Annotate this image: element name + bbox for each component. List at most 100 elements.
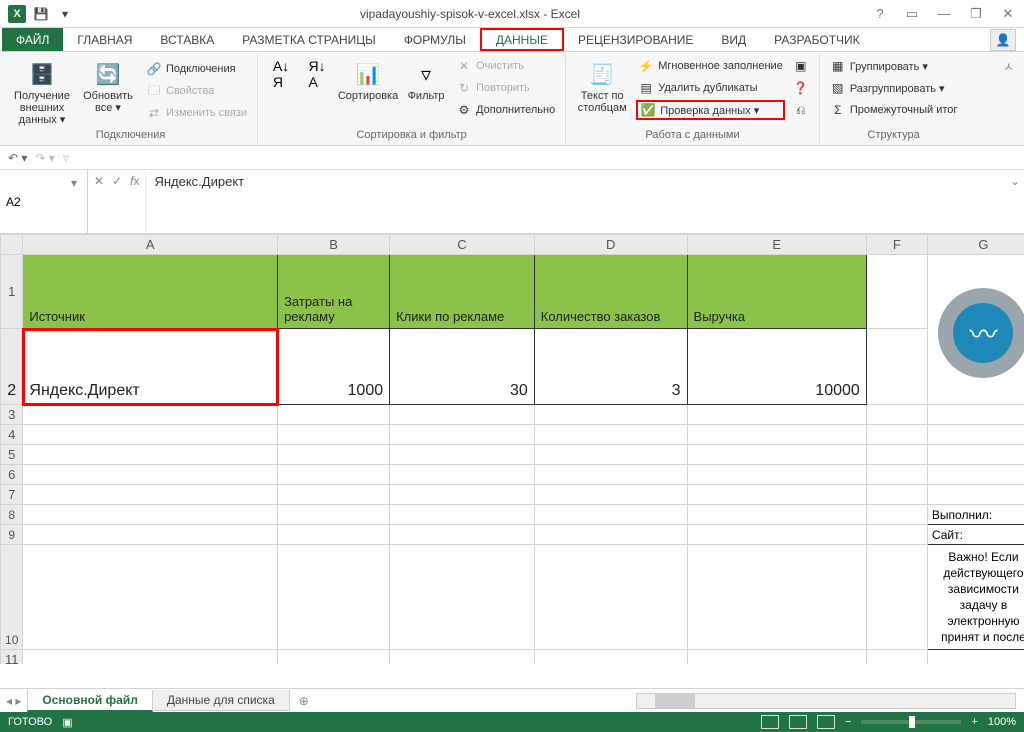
cell-F2[interactable]: [866, 329, 927, 405]
close-button[interactable]: ✕: [992, 0, 1024, 28]
cell-reference-input[interactable]: [0, 170, 64, 233]
edit-links-button[interactable]: ⇄Изменить связи: [144, 103, 249, 123]
cancel-icon[interactable]: ✕: [94, 174, 104, 188]
restore-button[interactable]: ❐: [960, 0, 992, 28]
clear-button[interactable]: ✕Очистить: [454, 56, 557, 76]
tab-file[interactable]: ФАЙЛ: [2, 28, 63, 51]
cell-B1[interactable]: Затраты на рекламу: [278, 255, 390, 329]
user-icon[interactable]: 👤: [990, 29, 1016, 51]
row-5[interactable]: 5: [1, 445, 1024, 465]
row-1[interactable]: 1 Источник Затраты на рекламу Клики по р…: [1, 255, 1024, 329]
enter-icon[interactable]: ✓: [112, 174, 122, 188]
rowhead-4[interactable]: 4: [1, 425, 23, 445]
get-external-data-button[interactable]: 🗄️ Получение внешних данных ▾: [12, 56, 72, 126]
col-C[interactable]: C: [390, 235, 535, 255]
worksheet-grid[interactable]: A B C D E F G 1 Источник Затраты на рекл…: [0, 234, 1024, 664]
whatif-button[interactable]: ❓: [791, 78, 811, 98]
cell-G8[interactable]: Выполнил:: [927, 505, 1024, 525]
view-pagebreak-button[interactable]: [817, 715, 835, 729]
ungroup-button[interactable]: ▧Разгруппировать ▾: [828, 78, 960, 98]
zoom-in-button[interactable]: +: [971, 716, 977, 728]
cell-G9[interactable]: Сайт:: [927, 525, 1024, 545]
filter-button[interactable]: ▿ Фильтр: [404, 56, 448, 120]
expand-formula-bar-icon[interactable]: ⌄: [1006, 170, 1024, 233]
rowhead-11[interactable]: 11: [1, 650, 23, 665]
view-pagelayout-button[interactable]: [789, 715, 807, 729]
fx-icon[interactable]: fx: [130, 174, 139, 188]
sort-button[interactable]: 📊 Сортировка: [338, 56, 398, 120]
col-E[interactable]: E: [687, 235, 866, 255]
tab-view[interactable]: ВИД: [707, 28, 760, 51]
reapply-button[interactable]: ↻Повторить: [454, 78, 557, 98]
qat-customize-icon[interactable]: ▿: [63, 151, 69, 165]
col-D[interactable]: D: [534, 235, 687, 255]
tab-insert[interactable]: ВСТАВКА: [146, 28, 228, 51]
ribbon-options-icon[interactable]: ▭: [896, 0, 928, 28]
row-11[interactable]: 11: [1, 650, 1024, 665]
rowhead-6[interactable]: 6: [1, 465, 23, 485]
cell-E1[interactable]: Выручка: [687, 255, 866, 329]
rowhead-1[interactable]: 1: [1, 255, 23, 329]
rowhead-8[interactable]: 8: [1, 505, 23, 525]
remove-duplicates-button[interactable]: ▤Удалить дубликаты: [636, 78, 785, 98]
sort-asc-button[interactable]: A↓Я: [266, 56, 296, 120]
rowhead-7[interactable]: 7: [1, 485, 23, 505]
rowhead-10[interactable]: 10: [1, 545, 23, 650]
tab-data[interactable]: ДАННЫЕ: [480, 28, 564, 51]
tab-formulas[interactable]: ФОРМУЛЫ: [390, 28, 480, 51]
refresh-all-button[interactable]: 🔄 Обновить все ▾: [78, 56, 138, 126]
rowhead-3[interactable]: 3: [1, 405, 23, 425]
tab-home[interactable]: ГЛАВНАЯ: [63, 28, 146, 51]
sheet-nav-arrows[interactable]: ◂ ▸: [0, 694, 27, 708]
help-icon[interactable]: ?: [864, 0, 896, 28]
tab-page-layout[interactable]: РАЗМЕТКА СТРАНИЦЫ: [228, 28, 390, 51]
undo-button[interactable]: ↶ ▾: [8, 151, 27, 165]
col-A[interactable]: A: [23, 235, 278, 255]
rowhead-5[interactable]: 5: [1, 445, 23, 465]
properties-button[interactable]: 🗔Свойства: [144, 81, 249, 101]
col-B[interactable]: B: [278, 235, 390, 255]
flash-fill-button[interactable]: ⚡Мгновенное заполнение: [636, 56, 785, 76]
cell-A1[interactable]: Источник: [23, 255, 278, 329]
row-2[interactable]: 2 Яндекс.Директ 1000 30 3 10000: [1, 329, 1024, 405]
zoom-level[interactable]: 100%: [988, 716, 1016, 728]
formula-input[interactable]: Яндекс.Директ: [146, 170, 1006, 233]
rowhead-9[interactable]: 9: [1, 525, 23, 545]
name-box-dropdown-icon[interactable]: ▾: [64, 170, 84, 233]
horizontal-scrollbar[interactable]: [636, 693, 1016, 709]
cell-F1[interactable]: [866, 255, 927, 329]
group-button[interactable]: ▦Группировать ▾: [828, 56, 960, 76]
col-F[interactable]: F: [866, 235, 927, 255]
sort-desc-button[interactable]: Я↓A: [302, 56, 332, 120]
view-normal-button[interactable]: [761, 715, 779, 729]
tab-developer[interactable]: РАЗРАБОТЧИК: [760, 28, 874, 51]
tab-review[interactable]: РЕЦЕНЗИРОВАНИЕ: [564, 28, 707, 51]
row-10[interactable]: 10 Важно! Если действующего зависимости з…: [1, 545, 1024, 650]
column-headers[interactable]: A B C D E F G: [1, 235, 1024, 255]
subtotal-button[interactable]: ΣПромежуточный итог: [828, 100, 960, 120]
cell-C1[interactable]: Клики по рекламе: [390, 255, 535, 329]
cell-D2[interactable]: 3: [534, 329, 687, 405]
row-3[interactable]: 3: [1, 405, 1024, 425]
zoom-slider[interactable]: [861, 720, 961, 724]
zoom-out-button[interactable]: −: [845, 716, 851, 728]
cell-D1[interactable]: Количество заказов: [534, 255, 687, 329]
connections-button[interactable]: 🔗Подключения: [144, 59, 249, 79]
row-9[interactable]: 9 Сайт:: [1, 525, 1024, 545]
row-6[interactable]: 6: [1, 465, 1024, 485]
qat-dropdown-icon[interactable]: ▾: [54, 3, 76, 25]
cell-B2[interactable]: 1000: [278, 329, 390, 405]
row-7[interactable]: 7: [1, 485, 1024, 505]
redo-button[interactable]: ↷ ▾: [35, 151, 54, 165]
name-box[interactable]: ▾: [0, 170, 88, 233]
cell-E2[interactable]: 10000: [687, 329, 866, 405]
data-validation-button[interactable]: ✅Проверка данных ▾: [636, 100, 785, 120]
cell-A2[interactable]: Яндекс.Директ: [23, 329, 278, 405]
select-all-cell[interactable]: [1, 235, 23, 255]
advanced-button[interactable]: ⚙Дополнительно: [454, 100, 557, 120]
consolidate-button[interactable]: ▣: [791, 56, 811, 76]
text-to-columns-button[interactable]: 🧾 Текст по столбцам: [574, 56, 630, 120]
cell-C2[interactable]: 30: [390, 329, 535, 405]
row-4[interactable]: 4: [1, 425, 1024, 445]
cell-G10[interactable]: Важно! Если действующего зависимости зад…: [927, 545, 1024, 650]
